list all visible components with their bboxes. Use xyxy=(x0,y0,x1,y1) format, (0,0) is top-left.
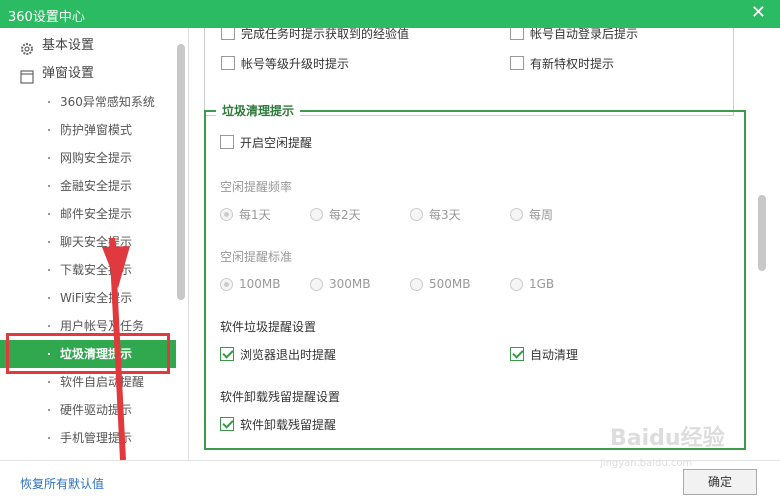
restore-defaults-link[interactable]: 恢复所有默认值 xyxy=(20,475,104,492)
checkbox[interactable] xyxy=(510,56,524,70)
sidebar-item-finance[interactable]: 金融安全提示 xyxy=(0,172,176,200)
checkbox[interactable] xyxy=(220,347,234,361)
sidebar-item-label: 360异常感知系统 xyxy=(60,95,155,109)
sidebar-item-junk-cleanup[interactable]: 垃圾清理提示 xyxy=(0,340,176,368)
title-bar: 360设置中心 ✕ xyxy=(0,0,780,28)
threshold-label: 空闲提醒标准 xyxy=(220,250,293,264)
sidebar-item-label: 下载安全提示 xyxy=(60,263,133,277)
auto-clean[interactable]: 自动清理 xyxy=(510,344,578,364)
option-label: 300MB xyxy=(329,277,371,291)
frequency-label: 空闲提醒频率 xyxy=(220,180,293,194)
sidebar-category-label: 基本设置 xyxy=(42,38,95,53)
uninstall-residue-reminder[interactable]: 软件卸载残留提醒 xyxy=(220,414,336,434)
gear-icon xyxy=(20,39,34,55)
threshold-option[interactable]: 500MB xyxy=(410,274,471,294)
sidebar-category-basic[interactable]: 基本设置 xyxy=(20,32,94,60)
watermark: Baidu经验 xyxy=(610,426,725,451)
sidebar-item-label: 软件自启动提醒 xyxy=(60,375,145,389)
window-title: 360设置中心 xyxy=(8,10,85,25)
sidebar-item-label: WiFi安全提示 xyxy=(60,291,133,305)
checkbox[interactable] xyxy=(510,347,524,361)
browser-exit-reminder[interactable]: 浏览器退出时提醒 xyxy=(220,344,336,364)
checkbox[interactable] xyxy=(220,417,234,431)
setting-label: 软件卸载残留提醒 xyxy=(240,417,337,432)
checkbox[interactable] xyxy=(221,56,235,70)
setting-row[interactable]: 帐号等级升级时提示 xyxy=(221,53,349,73)
sidebar-item-chat[interactable]: 聊天安全提示 xyxy=(0,228,176,256)
sidebar-item-email[interactable]: 邮件安全提示 xyxy=(0,200,176,228)
frequency-option[interactable]: 每周 xyxy=(510,204,553,224)
setting-label: 帐号等级升级时提示 xyxy=(241,56,350,71)
option-label: 500MB xyxy=(429,277,471,291)
frequency-option[interactable]: 每2天 xyxy=(310,204,361,224)
threshold-option[interactable]: 1GB xyxy=(510,274,554,294)
sidebar-item-autostart[interactable]: 软件自启动提醒 xyxy=(0,368,176,396)
sidebar-item-shopping[interactable]: 网购安全提示 xyxy=(0,144,176,172)
window-icon xyxy=(20,67,34,84)
setting-label: 帐号自动登录后提示 xyxy=(530,28,639,41)
radio[interactable] xyxy=(220,207,233,221)
option-label: 100MB xyxy=(239,277,281,291)
sidebar-item-label: 手机管理提示 xyxy=(60,431,133,445)
threshold-option[interactable]: 300MB xyxy=(310,274,371,294)
option-label: 1GB xyxy=(529,277,555,291)
group-legend: 垃圾清理提示 xyxy=(216,102,301,119)
sidebar-item-download[interactable]: 下载安全提示 xyxy=(0,256,176,284)
radio[interactable] xyxy=(310,277,323,291)
close-icon[interactable]: ✕ xyxy=(751,3,766,23)
software-junk-label: 软件垃圾提醒设置 xyxy=(220,320,317,334)
frequency-option[interactable]: 每3天 xyxy=(410,204,461,224)
sidebar-item-anomaly[interactable]: 360异常感知系统 xyxy=(0,88,176,116)
sidebar-item-label: 金融安全提示 xyxy=(60,179,133,193)
settings-content: 完成任务时提示获取到的经验值 帐号自动登录后提示 帐号等级升级时提示 有新特权时… xyxy=(190,28,780,460)
sidebar: 基本设置 弹窗设置 360异常感知系统 防护弹窗模式 网购安全提示 金融安全提示… xyxy=(0,28,189,460)
setting-row[interactable]: 帐号自动登录后提示 xyxy=(510,28,638,43)
sidebar-category-popup[interactable]: 弹窗设置 xyxy=(20,60,94,88)
radio[interactable] xyxy=(220,277,233,291)
option-label: 每3天 xyxy=(429,207,461,222)
sidebar-item-label: 防护弹窗模式 xyxy=(60,123,133,137)
sidebar-item-driver[interactable]: 硬件驱动提示 xyxy=(0,396,176,424)
radio[interactable] xyxy=(310,207,323,221)
junk-cleanup-group: 垃圾清理提示 开启空闲提醒 空闲提醒频率 每1天 每2天 每3天 每周 空闲提醒… xyxy=(204,102,746,450)
setting-row[interactable]: 完成任务时提示获取到的经验值 xyxy=(221,28,409,43)
sidebar-item-label: 邮件安全提示 xyxy=(60,207,133,221)
watermark-url: jingyan.baidu.com xyxy=(600,458,693,469)
setting-label: 自动清理 xyxy=(530,347,579,362)
sidebar-item-wifi[interactable]: WiFi安全提示 xyxy=(0,284,176,312)
idle-reminder-toggle[interactable]: 开启空闲提醒 xyxy=(220,132,312,152)
checkbox[interactable] xyxy=(510,28,524,40)
setting-label: 浏览器退出时提醒 xyxy=(240,347,337,362)
sidebar-item-label: 网购安全提示 xyxy=(60,151,133,165)
radio[interactable] xyxy=(510,207,523,221)
setting-label: 有新特权时提示 xyxy=(530,56,615,71)
radio[interactable] xyxy=(510,277,523,291)
radio[interactable] xyxy=(410,207,423,221)
setting-label: 开启空闲提醒 xyxy=(240,135,313,150)
checkbox[interactable] xyxy=(220,135,234,149)
sidebar-category-label: 弹窗设置 xyxy=(42,66,95,81)
option-label: 每2天 xyxy=(329,207,361,222)
sidebar-item-label: 用户帐号及任务 xyxy=(60,319,145,333)
setting-label: 完成任务时提示获取到的经验值 xyxy=(241,28,410,41)
option-label: 每1天 xyxy=(239,207,271,222)
uninstall-residue-label: 软件卸载残留提醒设置 xyxy=(220,390,341,404)
frequency-option[interactable]: 每1天 xyxy=(220,204,271,224)
radio[interactable] xyxy=(410,277,423,291)
setting-row[interactable]: 有新特权时提示 xyxy=(510,53,614,73)
sidebar-item-label: 聊天安全提示 xyxy=(60,235,133,249)
sidebar-scrollbar[interactable] xyxy=(177,44,185,300)
ok-button[interactable]: 确定 xyxy=(683,469,757,495)
threshold-option[interactable]: 100MB xyxy=(220,274,281,294)
sidebar-item-account[interactable]: 用户帐号及任务 xyxy=(0,312,176,340)
option-label: 每周 xyxy=(529,207,554,222)
checkbox[interactable] xyxy=(221,28,235,40)
sidebar-item-protect-mode[interactable]: 防护弹窗模式 xyxy=(0,116,176,144)
sidebar-item-label: 垃圾清理提示 xyxy=(60,347,133,361)
sidebar-item-phone[interactable]: 手机管理提示 xyxy=(0,424,176,452)
sidebar-item-label: 硬件驱动提示 xyxy=(60,403,133,417)
content-scrollbar[interactable] xyxy=(758,195,766,271)
